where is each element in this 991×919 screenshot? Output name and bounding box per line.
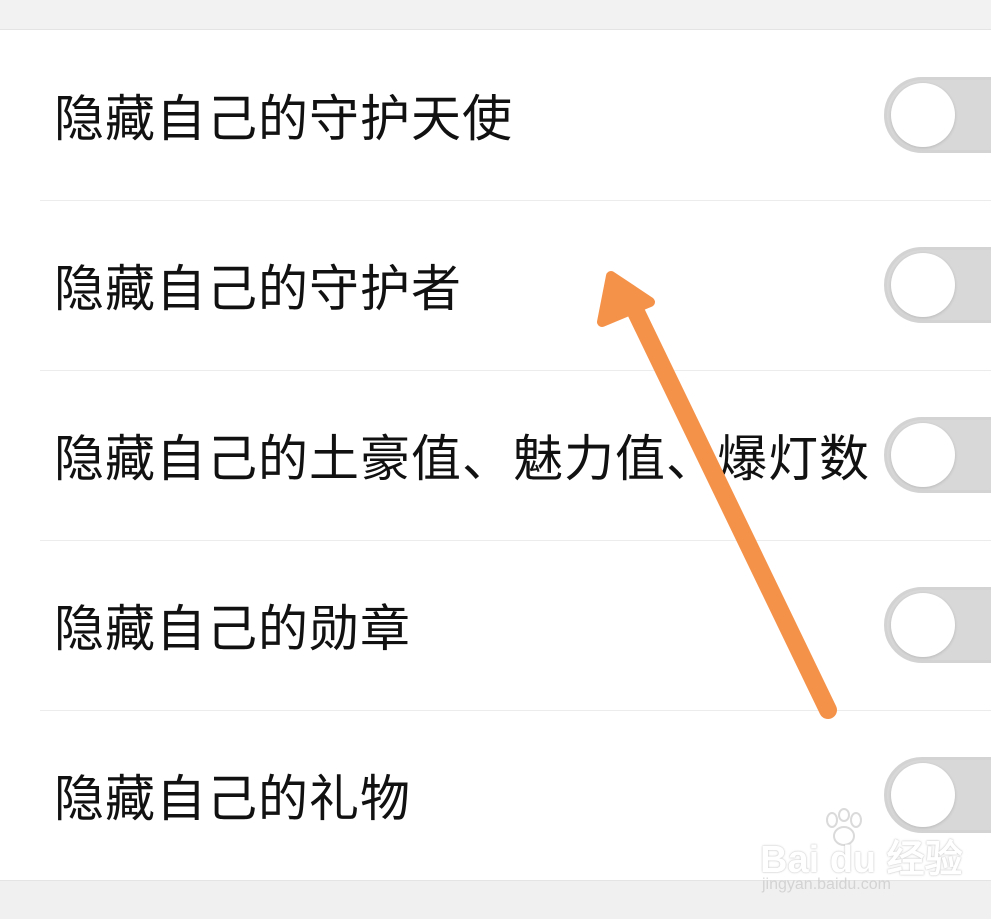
watermark-url: jingyan.baidu.com [762, 876, 891, 893]
setting-row-hide-medals[interactable]: 隐藏自己的勋章 [0, 540, 991, 710]
top-divider-strip [0, 0, 991, 30]
setting-label: 隐藏自己的守护天使 [54, 90, 513, 148]
setting-row-hide-guardian-angel[interactable]: 隐藏自己的守护天使 [0, 30, 991, 200]
setting-row-hide-wealth-charm[interactable]: 隐藏自己的土豪值、魅力值、爆灯数 [0, 370, 991, 540]
toggle-knob [891, 423, 955, 487]
toggle-switch[interactable] [884, 417, 991, 493]
setting-label: 隐藏自己的礼物 [54, 770, 411, 828]
toggle-knob [891, 593, 955, 657]
setting-row-hide-guardian[interactable]: 隐藏自己的守护者 [0, 200, 991, 370]
baidu-watermark: Bai du 经验 jingyan.baidu.com [760, 808, 970, 898]
privacy-settings-list: 隐藏自己的守护天使 隐藏自己的守护者 隐藏自己的土豪值、魅力值、爆灯数 隐藏自己… [0, 30, 991, 880]
setting-label: 隐藏自己的土豪值、魅力值、爆灯数 [54, 430, 870, 488]
settings-screen: 隐藏自己的守护天使 隐藏自己的守护者 隐藏自己的土豪值、魅力值、爆灯数 隐藏自己… [0, 0, 991, 919]
toggle-knob [891, 253, 955, 317]
toggle-switch[interactable] [884, 587, 991, 663]
toggle-switch[interactable] [884, 247, 991, 323]
toggle-switch[interactable] [884, 77, 991, 153]
watermark-logo: Bai du 经验 [760, 839, 963, 881]
toggle-knob [891, 83, 955, 147]
setting-label: 隐藏自己的守护者 [54, 260, 462, 318]
setting-label: 隐藏自己的勋章 [54, 600, 411, 658]
